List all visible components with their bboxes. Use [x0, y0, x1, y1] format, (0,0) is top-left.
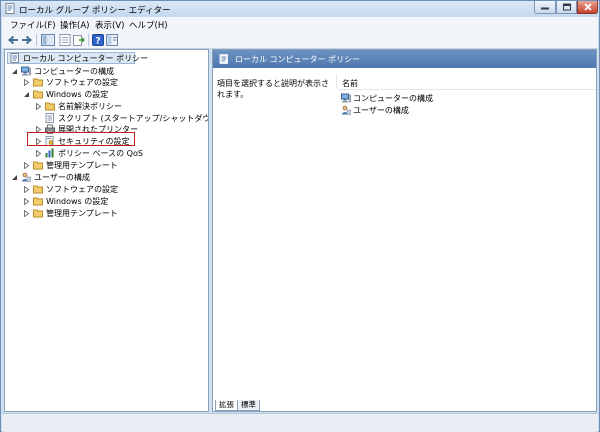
details-header: ローカル コンピューター ポリシー [213, 50, 596, 68]
security-settings-highlight [27, 132, 135, 146]
status-bar [2, 413, 598, 432]
tree-item-qos-policy[interactable]: ポリシー ベースの QoS [35, 148, 205, 159]
extended-view-icon[interactable] [106, 34, 118, 46]
user-icon [341, 105, 351, 115]
tree-item-name-resolution-policy[interactable]: 名前解決ポリシー [35, 101, 205, 112]
properties-icon[interactable] [59, 34, 71, 46]
computer-icon [21, 66, 31, 76]
policy-document-icon [219, 54, 228, 64]
column-header-name[interactable]: 名前 [338, 76, 596, 90]
tree-item-label: Windows の設定 [46, 90, 109, 99]
minimize-button[interactable] [534, 1, 556, 14]
tree-item-label: ソフトウェアの設定 [46, 78, 118, 87]
app-window: ローカル グループ ポリシー エディター ファイル(F) 操作(A) 表示(V)… [0, 0, 600, 432]
bar-chart-icon [45, 148, 54, 158]
close-button[interactable] [577, 1, 598, 14]
list-item-label: ユーザーの構成 [353, 106, 409, 115]
tree-item-label: 管理用テンプレート [46, 209, 118, 218]
tree-item-label: ポリシー ベースの QoS [58, 149, 143, 158]
tree-item-label: コンピューターの構成 [34, 67, 114, 76]
title-bar[interactable]: ローカル グループ ポリシー エディター [1, 1, 599, 17]
column-separator [336, 74, 337, 89]
back-arrow-icon[interactable] [7, 34, 19, 46]
window-title: ローカル グループ ポリシー エディター [19, 6, 171, 16]
folder-icon [33, 78, 43, 87]
tree-item-label: ローカル コンピューター ポリシー [23, 54, 149, 63]
tree-item-label: ユーザーの構成 [34, 173, 90, 182]
folder-icon [33, 197, 43, 206]
view-tabs: 拡張 標準 [213, 399, 596, 411]
tree-item-label: Windows の設定 [46, 197, 109, 206]
menu-action[interactable]: 操作(A) [60, 19, 89, 31]
forward-arrow-icon[interactable] [21, 34, 33, 46]
collapsed-arrow-icon[interactable] [23, 79, 30, 86]
user-icon [21, 172, 31, 182]
tree-item-label: 管理用テンプレート [46, 161, 118, 170]
tab-extended[interactable]: 拡張 [215, 400, 238, 411]
tree-item-local-computer-policy[interactable]: ローカル コンピューター ポリシー [7, 52, 148, 64]
maximize-icon [562, 3, 571, 11]
folder-icon [33, 185, 43, 194]
tab-standard[interactable]: 標準 [237, 400, 260, 411]
tree-item-windows-settings[interactable]: Windows の設定 [23, 89, 203, 100]
details-header-title: ローカル コンピューター ポリシー [235, 55, 361, 64]
folder-icon [33, 90, 43, 99]
tree-item-user-administrative-templates[interactable]: 管理用テンプレート [23, 208, 203, 219]
tree-item-user-windows-settings[interactable]: Windows の設定 [23, 196, 203, 207]
policy-editor-icon [5, 3, 15, 14]
script-icon [45, 113, 54, 123]
menu-file[interactable]: ファイル(F) [10, 19, 56, 31]
export-list-icon[interactable] [73, 34, 85, 46]
column-header-label: 名前 [342, 79, 358, 88]
collapsed-arrow-icon[interactable] [35, 103, 42, 110]
menu-view[interactable]: 表示(V) [95, 19, 124, 31]
tree-item-label: スクリプト (スタートアップ/シャットダウン) [58, 114, 209, 123]
collapsed-arrow-icon[interactable] [23, 162, 30, 169]
expanded-arrow-icon[interactable] [11, 68, 18, 75]
tree-item-label: 名前解決ポリシー [58, 102, 122, 111]
description-text: 項目を選択すると説明が表示されます。 [217, 79, 329, 99]
help-icon[interactable]: ? [92, 34, 104, 46]
list-item-label: コンピューターの構成 [353, 94, 433, 103]
tree-item-user-configuration[interactable]: ユーザーの構成 [11, 172, 201, 183]
collapsed-arrow-icon[interactable] [23, 186, 30, 193]
menu-help[interactable]: ヘルプ(H) [129, 19, 168, 31]
close-icon [583, 3, 592, 11]
computer-icon [341, 93, 351, 103]
tree-item-user-software-settings[interactable]: ソフトウェアの設定 [23, 184, 203, 195]
show-hide-tree-icon[interactable] [41, 34, 55, 46]
folder-icon [33, 161, 43, 170]
tree-item-scripts[interactable]: スクリプト (スタートアップ/シャットダウン) [35, 113, 209, 124]
toolbar-separator [88, 34, 89, 46]
tree-item-administrative-templates[interactable]: 管理用テンプレート [23, 160, 203, 171]
collapsed-arrow-icon[interactable] [23, 198, 30, 205]
tree-item-software-settings[interactable]: ソフトウェアの設定 [23, 77, 203, 88]
toolbar: ? [2, 32, 598, 49]
toolbar-separator [36, 34, 37, 46]
menu-bar: ファイル(F) 操作(A) 表示(V) ヘルプ(H) [2, 17, 598, 32]
minimize-icon [541, 7, 549, 10]
folder-icon [45, 102, 55, 111]
collapsed-arrow-icon[interactable] [35, 150, 42, 157]
maximize-button[interactable] [556, 1, 577, 14]
expanded-arrow-icon[interactable] [23, 91, 30, 98]
details-pane: ローカル コンピューター ポリシー 項目を選択すると説明が表示されます。 名前 … [212, 49, 597, 412]
tree-item-label: ソフトウェアの設定 [46, 185, 118, 194]
navigation-tree-pane[interactable]: ローカル コンピューター ポリシー コンピューターの構成 ソフトウェアの設定 W… [4, 49, 209, 412]
folder-icon [33, 209, 43, 218]
svg-text:?: ? [95, 36, 100, 46]
tree-item-computer-configuration[interactable]: コンピューターの構成 [11, 66, 201, 77]
collapsed-arrow-icon[interactable] [23, 210, 30, 217]
policy-document-icon [10, 53, 19, 63]
expanded-arrow-icon[interactable] [11, 174, 18, 181]
